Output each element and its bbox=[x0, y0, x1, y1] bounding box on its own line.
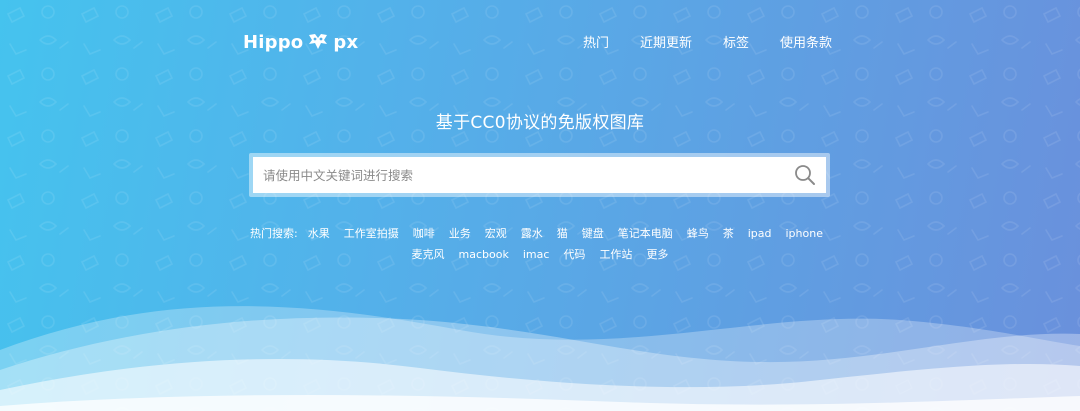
hippo-icon bbox=[309, 34, 328, 49]
hot-search-link[interactable]: 猫 bbox=[557, 227, 568, 240]
hot-search-link[interactable]: 工作室拍摄 bbox=[344, 227, 399, 240]
hot-search-link[interactable]: 工作站 bbox=[599, 248, 632, 261]
hot-search-link[interactable]: imac bbox=[523, 248, 550, 261]
hot-search-link[interactable]: 笔记本电脑 bbox=[618, 227, 673, 240]
hot-search-link[interactable]: 茶 bbox=[723, 227, 734, 240]
header: Hippo px 热门 近期更新 标签 使用条款 bbox=[0, 0, 1080, 82]
logo-text-left: Hippo bbox=[243, 31, 304, 53]
nav-item-hot[interactable]: 热门 bbox=[583, 32, 609, 51]
hot-search-link[interactable]: 麦克风 bbox=[412, 248, 445, 261]
hot-search-link[interactable]: 业务 bbox=[449, 227, 471, 240]
page-title: 基于CC0协议的免版权图库 bbox=[435, 113, 645, 133]
nav-item-recent[interactable]: 近期更新 bbox=[640, 32, 692, 51]
search-icon bbox=[795, 165, 815, 185]
logo-text-right: px bbox=[333, 31, 359, 53]
hot-search-link[interactable]: 宏观 bbox=[485, 227, 507, 240]
hot-searches: 热门搜索: 水果 工作室拍摄 咖啡 业务 宏观 露水 猫 键盘 笔记本电脑 蜂鸟 茶 ipad iphon… bbox=[240, 223, 840, 265]
hot-search-more-link[interactable]: 更多 bbox=[646, 248, 668, 261]
logo[interactable]: Hippo px bbox=[243, 29, 358, 55]
hot-search-link[interactable]: ipad bbox=[748, 227, 772, 240]
hot-search-link[interactable]: 露水 bbox=[521, 227, 543, 240]
hot-search-link[interactable]: iphone bbox=[786, 227, 823, 240]
hot-search-link[interactable]: 键盘 bbox=[582, 227, 604, 240]
hot-search-link[interactable]: 蜂鸟 bbox=[687, 227, 709, 240]
search-box bbox=[253, 157, 826, 193]
search-button[interactable] bbox=[792, 163, 818, 187]
hot-search-link[interactable]: 水果 bbox=[308, 227, 330, 240]
search-input[interactable] bbox=[253, 157, 783, 193]
nav-item-terms[interactable]: 使用条款 bbox=[780, 32, 832, 51]
decorative-waves bbox=[0, 306, 1080, 411]
main-nav: 热门 近期更新 标签 使用条款 bbox=[583, 32, 832, 51]
search-bar bbox=[249, 153, 830, 197]
hot-search-link[interactable]: macbook bbox=[459, 248, 509, 261]
hot-search-link[interactable]: 代码 bbox=[563, 248, 585, 261]
nav-item-tags[interactable]: 标签 bbox=[723, 32, 749, 51]
hot-search-link[interactable]: 咖啡 bbox=[413, 227, 435, 240]
hot-searches-label: 热门搜索: bbox=[250, 227, 298, 240]
